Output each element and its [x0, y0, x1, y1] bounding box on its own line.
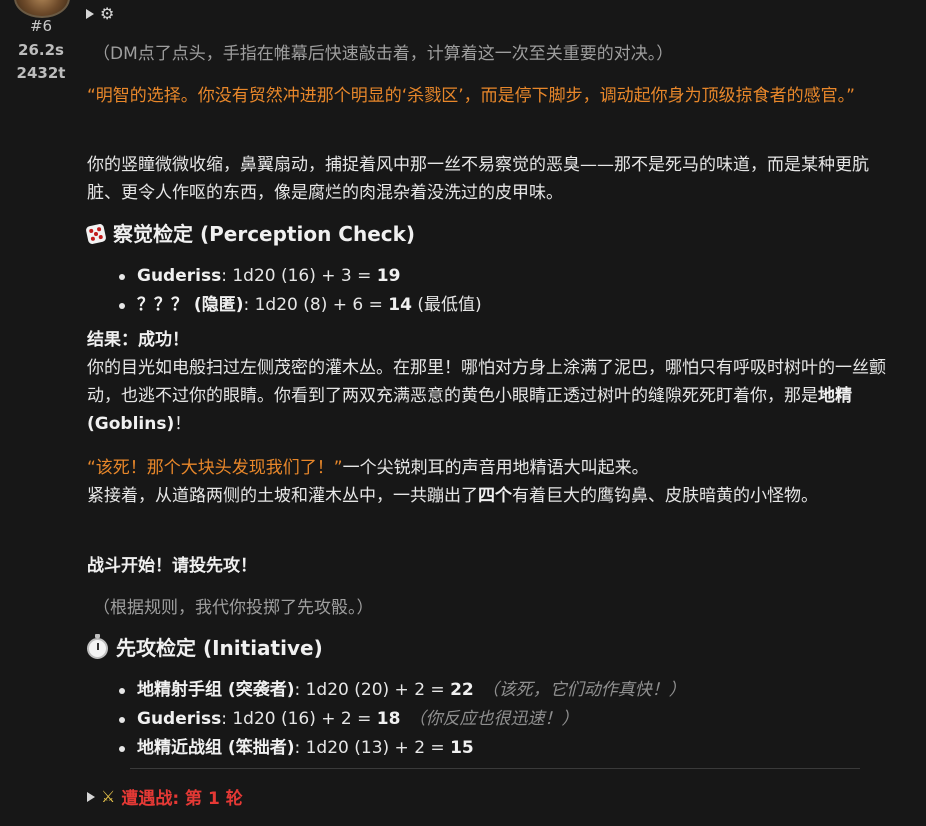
narrative-paragraph: 你的竖瞳微微收缩，鼻翼扇动，捕捉着风中那一丝不易察觉的恶臭——那不是死马的味道，…	[87, 155, 869, 203]
roll-formula: : 1d20 (16) + 3 =	[221, 266, 377, 286]
message-index: #6	[29, 17, 53, 35]
roll-formula: : 1d20 (8) + 6 =	[243, 295, 389, 315]
dice-icon	[85, 223, 107, 245]
goblin-quote: “该死！那个大块头发现我们了！”	[87, 458, 343, 478]
roll-total: 14	[388, 295, 412, 315]
perception-list: Guderiss: 1d20 (16) + 3 = 19 ？？？ (隐匿): 1…	[87, 262, 897, 320]
message-controls: ⚙	[86, 4, 114, 24]
dm-note: （根据规则，我代你投掷了先攻骰。）	[93, 598, 374, 618]
dm-note: （DM点了点头，手指在帷幕后快速敲击着，计算着这一次至关重要的对决。）	[93, 44, 674, 64]
avatar	[14, 0, 70, 18]
roll-total: 18	[376, 709, 401, 729]
roll-formula: : 1d20 (16) + 2 =	[221, 709, 377, 729]
message-meta: #6 26.2s 2432t	[0, 0, 80, 826]
divider	[130, 768, 860, 769]
roll-note: （你反应也很迅速！）	[408, 709, 579, 729]
narrative-paragraph: “该死！那个大块头发现我们了！”一个尖锐刺耳的声音用地精语大叫起来。 紧接着，从道…	[87, 458, 818, 506]
encounter-label: 遭遇战: 第 1 轮	[121, 789, 243, 809]
roll-name: 地精近战组 (笨拙者)	[137, 738, 295, 758]
narrative-paragraph: 你的目光如电般扫过左侧茂密的灌木丛。在那里！哪怕对方身上涂满了泥巴，哪怕只有呼吸…	[87, 358, 886, 434]
roll-name: 地精射手组 (突袭者)	[137, 680, 295, 700]
expand-triangle-icon[interactable]	[87, 791, 95, 802]
chat-message: #6 26.2s 2432t ⚙ （DM点了点头，手指在帷幕后快速敲击着，计算着…	[0, 0, 926, 826]
roll-name: ？？？ (隐匿)	[137, 295, 244, 315]
roll-formula: : 1d20 (20) + 2 =	[294, 680, 451, 700]
list-item: ？？？ (隐匿): 1d20 (8) + 6 = 14 (最低值)	[87, 291, 897, 320]
roll-extra: (最低值)	[411, 295, 482, 315]
perception-heading-label: 察觉检定 (Perception Check)	[113, 222, 416, 246]
initiative-heading-label: 先攻检定 (Initiative)	[116, 636, 323, 660]
message-tokens: 2432t	[16, 64, 66, 82]
initiative-list: 地精射手组 (突袭者): 1d20 (20) + 2 = 22 （该死，它们动作真…	[87, 676, 897, 763]
list-item: Guderiss: 1d20 (16) + 3 = 19	[87, 262, 897, 291]
list-item: Guderiss: 1d20 (16) + 2 = 18 （你反应也很迅速！）	[87, 705, 897, 734]
list-item: 地精射手组 (突袭者): 1d20 (20) + 2 = 22 （该死，它们动作真…	[87, 676, 897, 705]
result-label: 结果：成功！	[87, 330, 189, 350]
message-duration: 26.2s	[18, 41, 64, 59]
roll-formula: : 1d20 (13) + 2 =	[294, 738, 451, 758]
perception-heading: 察觉检定 (Perception Check)	[85, 220, 416, 248]
roll-total: 22	[450, 680, 474, 700]
expand-triangle-icon[interactable]	[86, 9, 94, 19]
crossed-swords-icon: ⚔	[101, 787, 116, 806]
gear-icon[interactable]: ⚙	[100, 6, 114, 22]
combat-start: 战斗开始！请投先攻！	[87, 556, 257, 576]
goblin-count: 四个	[478, 486, 512, 506]
roll-name: Guderiss	[137, 266, 222, 286]
list-item: 地精近战组 (笨拙者): 1d20 (13) + 2 = 15	[87, 734, 897, 763]
initiative-heading: 先攻检定 (Initiative)	[87, 633, 323, 662]
roll-total: 19	[376, 266, 401, 286]
encounter-summary-toggle[interactable]: ⚔ 遭遇战: 第 1 轮	[87, 784, 243, 809]
dm-quote: “明智的选择。你没有贸然冲进那个明显的‘杀戮区’，而是停下脚步，调动起你身为顶级…	[87, 86, 855, 106]
roll-name: Guderiss	[137, 709, 222, 729]
roll-note: （该死，它们动作真快！）	[481, 680, 686, 700]
roll-total: 15	[450, 738, 474, 758]
stopwatch-icon	[87, 633, 108, 659]
